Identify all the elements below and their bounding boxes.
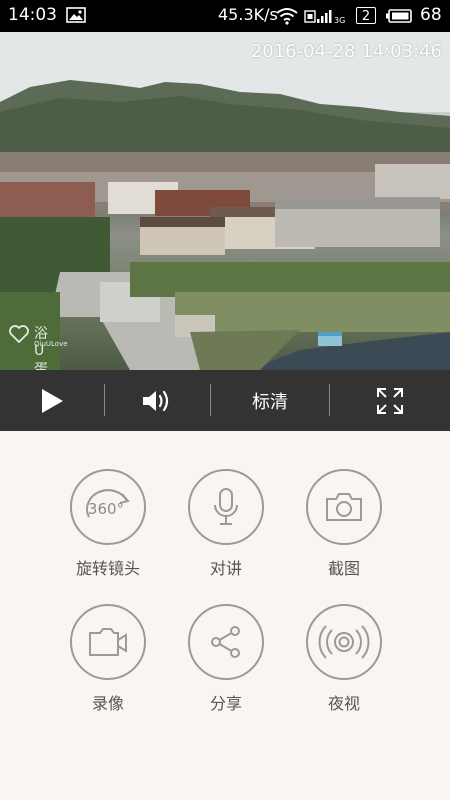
svg-text:360°: 360° — [88, 500, 124, 518]
share-circle — [188, 604, 264, 680]
intercom-circle — [188, 469, 264, 545]
share-button[interactable]: 分享 — [166, 604, 286, 714]
quality-toggle[interactable]: 标清 — [211, 370, 329, 431]
night-vision-label: 夜视 — [327, 694, 360, 713]
record-circle — [70, 604, 146, 680]
wifi-icon — [276, 8, 298, 25]
signal-3g-icon: 3G — [304, 10, 345, 24]
watermark-subtext: QiuULove — [34, 340, 68, 348]
battery-icon — [386, 9, 412, 23]
video-timestamp: 2016-04-28 14:03:46 — [250, 41, 442, 62]
intercom-label: 对讲 — [209, 559, 242, 578]
camera-icon — [326, 493, 362, 521]
svg-text:3G: 3G — [334, 16, 345, 24]
status-bar: 14:03 45.3K/s 3G 2 68 — [0, 0, 450, 32]
play-icon — [42, 388, 63, 413]
status-time: 14:03 — [8, 5, 57, 25]
fullscreen-icon — [377, 387, 403, 414]
volume-icon — [142, 390, 168, 411]
screenshot-label: 截图 — [327, 559, 360, 578]
screenshot-circle — [306, 469, 382, 545]
rotate-lens-button[interactable]: 360° 旋转镜头 — [48, 469, 168, 579]
fullscreen-button[interactable] — [330, 370, 450, 431]
share-icon — [211, 626, 240, 658]
playback-control-bar: 标清 — [0, 370, 450, 431]
screenshot-button[interactable]: 截图 — [284, 469, 404, 579]
night-vision-icon — [318, 625, 370, 659]
watermark: 浴U蛋 QiuULove — [8, 324, 68, 370]
video-camera-icon — [89, 628, 127, 656]
gallery-icon — [66, 7, 86, 23]
record-label: 录像 — [91, 694, 124, 713]
sim-icon: 2 — [356, 7, 376, 24]
night-vision-circle — [306, 604, 382, 680]
rotate-lens-label: 旋转镜头 — [75, 559, 140, 578]
rotate-360-icon: 360° — [86, 489, 130, 518]
intercom-button[interactable]: 对讲 — [166, 469, 286, 579]
volume-button[interactable] — [105, 370, 210, 431]
rotate-lens-circle: 360° — [70, 469, 146, 545]
action-grid: 360° 旋转镜头 对讲 截图 录像 分享 夜视 — [0, 431, 450, 800]
night-vision-button[interactable]: 夜视 — [284, 604, 404, 714]
heart-logo-icon — [9, 325, 29, 344]
record-button[interactable]: 录像 — [48, 604, 168, 714]
play-button[interactable] — [0, 370, 104, 431]
network-speed: 45.3K/s — [218, 5, 278, 24]
share-label: 分享 — [209, 694, 242, 713]
camera-video-feed[interactable]: 2016-04-28 14:03:46 浴U蛋 QiuULove — [0, 32, 450, 370]
video-frame — [0, 32, 450, 370]
microphone-icon — [214, 488, 238, 525]
battery-level: 68 — [420, 5, 442, 25]
